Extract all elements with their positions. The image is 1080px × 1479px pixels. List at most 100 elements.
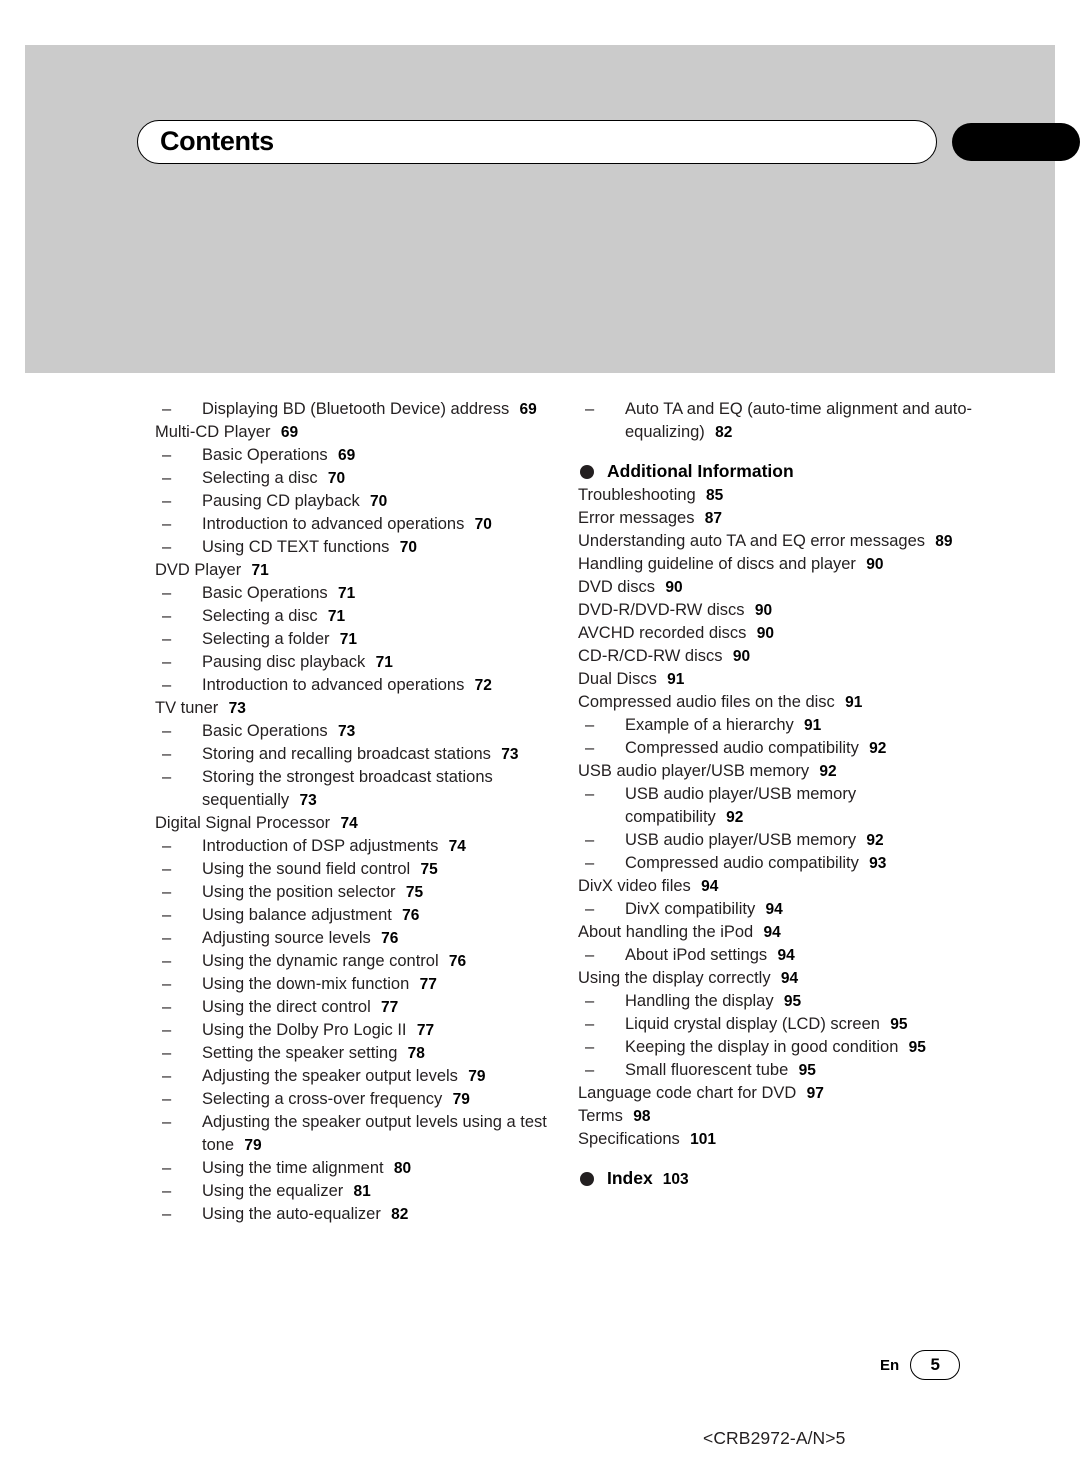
toc-entry[interactable]: – Using the direct control 77 (155, 996, 555, 1019)
toc-entry[interactable]: – Small fluorescent tube 95 (578, 1059, 978, 1082)
toc-entry[interactable]: – Auto TA and EQ (auto-time alignment and… (578, 398, 978, 444)
toc-entry-label: Using the time alignment (202, 1159, 384, 1177)
toc-entry[interactable]: USB audio player/USB memory 92 (578, 760, 978, 783)
toc-entry[interactable]: – Example of a hierarchy 91 (578, 714, 978, 737)
toc-entry[interactable]: – USB audio player/USB memory compatibili… (578, 783, 978, 829)
toc-entry[interactable]: – Adjusting the speaker output levels usi… (155, 1111, 555, 1157)
toc-entry-page-number: 73 (333, 723, 356, 740)
toc-entry-page-number: 70 (323, 470, 346, 487)
toc-entry[interactable]: – Adjusting the speaker output levels 79 (155, 1065, 555, 1088)
toc-entry[interactable]: – DivX compatibility 94 (578, 898, 978, 921)
toc-entry[interactable]: – Displaying BD (Bluetooth Device) addres… (155, 398, 555, 421)
toc-entry-label: DVD-R/DVD-RW discs (578, 601, 745, 619)
toc-section-heading[interactable]: Index 103 (578, 1167, 978, 1191)
toc-entry[interactable]: – Selecting a cross-over frequency 79 (155, 1088, 555, 1111)
toc-entry-page-number: 90 (750, 602, 773, 619)
toc-entry-label: Language code chart for DVD (578, 1084, 797, 1102)
dash-bullet-icon: – (162, 1113, 172, 1131)
toc-entry[interactable]: – Selecting a disc 71 (155, 605, 555, 628)
toc-entry[interactable]: DVD Player 71 (155, 559, 555, 582)
toc-entry-page-number: 70 (470, 516, 492, 533)
toc-entry[interactable]: – Using the Dolby Pro Logic II 77 (155, 1019, 555, 1042)
toc-entry[interactable]: – Using the auto-equalizer 82 (155, 1203, 555, 1226)
toc-entry-page-number: 77 (415, 976, 437, 993)
toc-entry[interactable]: – Storing the strongest broadcast station… (155, 766, 555, 812)
toc-entry[interactable]: Dual Discs 91 (578, 668, 978, 691)
toc-entry[interactable]: – Adjusting source levels 76 (155, 927, 555, 950)
toc-entry[interactable]: Multi-CD Player 69 (155, 421, 555, 444)
toc-entry-label: CD-R/CD-RW discs (578, 647, 723, 665)
toc-entry[interactable]: – Introduction to advanced operations 72 (155, 674, 555, 697)
toc-entry-label: Small fluorescent tube (625, 1061, 789, 1079)
toc-section-heading[interactable]: Additional Information (578, 460, 978, 483)
toc-entry-label: Using the Dolby Pro Logic II (202, 1021, 407, 1039)
toc-entry[interactable]: – Selecting a folder 71 (155, 628, 555, 651)
toc-entry-page-number: 97 (802, 1085, 824, 1102)
toc-entry-label: Basic Operations (202, 584, 328, 602)
toc-entry-label: Pausing disc playback (202, 653, 366, 671)
toc-entry[interactable]: – Setting the speaker setting 78 (155, 1042, 555, 1065)
toc-section-heading-label: Additional Information (607, 461, 794, 481)
toc-entry[interactable]: Understanding auto TA and EQ error messa… (578, 530, 978, 553)
dash-bullet-icon: – (162, 745, 172, 763)
toc-entry[interactable]: – Using CD TEXT functions 70 (155, 536, 555, 559)
toc-entry[interactable]: – Introduction to advanced operations 70 (155, 513, 555, 536)
toc-entry[interactable]: – Using the time alignment 80 (155, 1157, 555, 1180)
toc-entry[interactable]: Compressed audio files on the disc 91 (578, 691, 978, 714)
toc-entry[interactable]: – Using the sound field control 75 (155, 858, 555, 881)
toc-entry[interactable]: Error messages 87 (578, 507, 978, 530)
filled-circle-bullet-icon (580, 1172, 594, 1186)
toc-entry[interactable]: – About iPod settings 94 (578, 944, 978, 967)
toc-entry[interactable]: Using the display correctly 94 (578, 967, 978, 990)
toc-entry-page-number: 91 (840, 694, 863, 711)
toc-entry[interactable]: Handling guideline of discs and player 9… (578, 553, 978, 576)
toc-entry[interactable]: – Using the equalizer 81 (155, 1180, 555, 1203)
toc-entry[interactable]: – Storing and recalling broadcast station… (155, 743, 555, 766)
toc-entry-label: About handling the iPod (578, 923, 754, 941)
toc-entry[interactable]: – Using the position selector 75 (155, 881, 555, 904)
toc-entry-label: Using the dynamic range control (202, 952, 439, 970)
toc-entry-label: Compressed audio files on the disc (578, 693, 835, 711)
toc-entry[interactable]: Troubleshooting 85 (578, 484, 978, 507)
toc-entry[interactable]: DVD-R/DVD-RW discs 90 (578, 599, 978, 622)
toc-entry[interactable]: – Basic Operations 69 (155, 444, 555, 467)
toc-entry[interactable]: – Basic Operations 71 (155, 582, 555, 605)
toc-entry[interactable]: – Basic Operations 73 (155, 720, 555, 743)
toc-entry[interactable]: TV tuner 73 (155, 697, 555, 720)
toc-entry-page-number: 94 (773, 947, 795, 964)
toc-entry[interactable]: CD-R/CD-RW discs 90 (578, 645, 978, 668)
toc-entry-label: Handling guideline of discs and player (578, 555, 856, 573)
toc-entry[interactable]: – Compressed audio compatibility 93 (578, 852, 978, 875)
toc-entry[interactable]: DivX video files 94 (578, 875, 978, 898)
toc-entry[interactable]: DVD discs 90 (578, 576, 978, 599)
toc-entry-label: Using balance adjustment (202, 906, 392, 924)
dash-bullet-icon: – (162, 952, 172, 970)
dash-bullet-icon: – (162, 400, 172, 418)
toc-entry[interactable]: – USB audio player/USB memory 92 (578, 829, 978, 852)
toc-entry-label: Using the display correctly (578, 969, 771, 987)
toc-entry[interactable]: – Introduction of DSP adjustments 74 (155, 835, 555, 858)
toc-entry[interactable]: – Using balance adjustment 76 (155, 904, 555, 927)
toc-entry-label: Example of a hierarchy (625, 716, 794, 734)
toc-entry[interactable]: – Pausing disc playback 71 (155, 651, 555, 674)
toc-entry[interactable]: – Selecting a disc 70 (155, 467, 555, 490)
toc-entry[interactable]: – Keeping the display in good condition 9… (578, 1036, 978, 1059)
toc-entry-label: Multi-CD Player (155, 423, 271, 441)
toc-entry[interactable]: AVCHD recorded discs 90 (578, 622, 978, 645)
toc-entry[interactable]: Terms 98 (578, 1105, 978, 1128)
toc-entry-label: Troubleshooting (578, 486, 696, 504)
toc-entry-page-number: 79 (448, 1091, 470, 1108)
toc-entry[interactable]: – Using the dynamic range control 76 (155, 950, 555, 973)
toc-entry[interactable]: – Pausing CD playback 70 (155, 490, 555, 513)
toc-entry[interactable]: – Using the down-mix function 77 (155, 973, 555, 996)
toc-entry-page-number: 75 (416, 861, 438, 878)
toc-entry[interactable]: About handling the iPod 94 (578, 921, 978, 944)
dash-bullet-icon: – (162, 1159, 172, 1177)
toc-entry[interactable]: – Handling the display 95 (578, 990, 978, 1013)
toc-entry[interactable]: Digital Signal Processor 74 (155, 812, 555, 835)
toc-entry[interactable]: Specifications 101 (578, 1128, 978, 1151)
toc-entry[interactable]: – Liquid crystal display (LCD) screen 95 (578, 1013, 978, 1036)
toc-entry[interactable]: Language code chart for DVD 97 (578, 1082, 978, 1105)
toc-entry-label: Auto TA and EQ (auto-time alignment and … (625, 400, 973, 441)
toc-entry[interactable]: – Compressed audio compatibility 92 (578, 737, 978, 760)
